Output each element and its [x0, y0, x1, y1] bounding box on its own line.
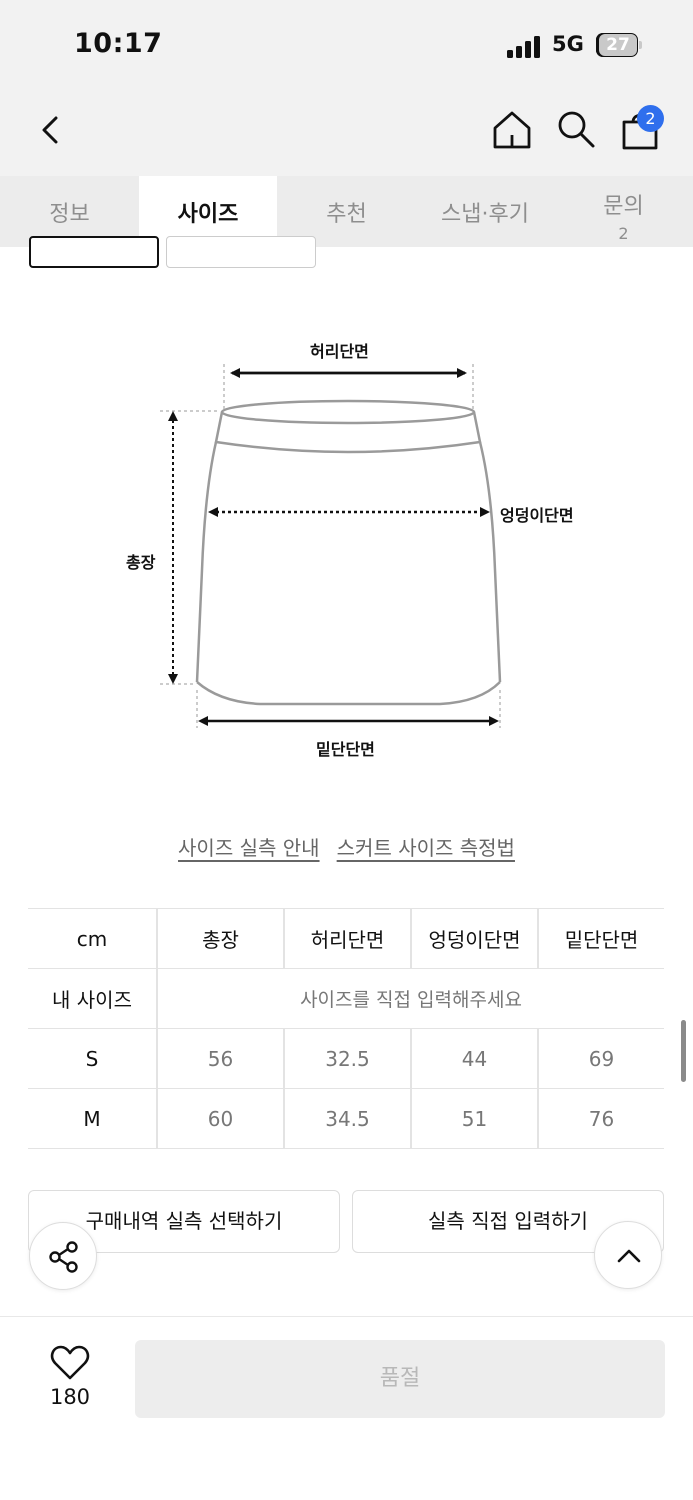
table-cell: 44	[410, 1028, 538, 1089]
length-label: 총장	[126, 553, 156, 572]
tab-label: 사이즈	[177, 202, 239, 227]
skirt-measure-method-link[interactable]: 스커트 사이즈 측정법	[337, 832, 515, 861]
table-cell: 56	[156, 1028, 284, 1089]
signal-icon	[507, 36, 541, 58]
back-arrow-icon[interactable]	[32, 110, 72, 150]
my-size-input[interactable]: 사이즈를 직접 입력해주세요	[156, 968, 664, 1029]
share-icon	[49, 1241, 78, 1273]
tab-snap-review[interactable]: 스냅·후기	[416, 176, 554, 247]
tab-count: 2	[618, 224, 629, 243]
column-header: 밑단단면	[537, 908, 664, 969]
tab-qna[interactable]: 문의 2	[554, 176, 693, 247]
share-button[interactable]	[29, 1222, 97, 1290]
battery-level: 27	[599, 34, 637, 56]
heart-icon[interactable]	[50, 1345, 90, 1381]
my-size-row: 내 사이즈 사이즈를 직접 입력해주세요	[28, 968, 664, 1029]
cart-count-badge: 2	[637, 105, 664, 132]
home-icon[interactable]	[490, 108, 534, 152]
table-cell: 32.5	[283, 1028, 411, 1089]
column-header: 엉덩이단면	[410, 908, 538, 969]
scroll-to-top-button[interactable]	[594, 1221, 662, 1289]
tab-label: 문의	[603, 194, 644, 219]
tab-label: 스냅·후기	[441, 202, 529, 227]
network-label: 5G	[552, 32, 584, 56]
hip-label: 엉덩이단면	[500, 506, 574, 525]
table-cell: 76	[537, 1088, 664, 1149]
my-size-label: 내 사이즈	[28, 968, 157, 1029]
column-header: 총장	[156, 908, 284, 969]
scrollbar[interactable]	[681, 1020, 686, 1082]
bottom-bar: 180 품절	[0, 1316, 693, 1500]
table-row: M 60 34.5 51 76	[28, 1088, 664, 1149]
size-label: S	[28, 1028, 157, 1089]
chevron-up-icon	[617, 1249, 641, 1263]
size-label: M	[28, 1088, 157, 1149]
status-bar: 10:17 5G 27	[0, 0, 693, 92]
table-cell: 51	[410, 1088, 538, 1149]
hem-label: 밑단단면	[316, 740, 375, 759]
tab-label: 추천	[326, 202, 367, 227]
skirt-illustration	[160, 364, 502, 728]
column-header: 허리단면	[283, 908, 411, 969]
table-cell: 34.5	[283, 1088, 411, 1149]
table-cell: 60	[156, 1088, 284, 1149]
search-icon[interactable]	[555, 108, 597, 150]
status-time: 10:17	[74, 28, 163, 59]
top-nav: 2	[0, 92, 693, 176]
soldout-button[interactable]: 품절	[135, 1340, 665, 1418]
tab-label: 정보	[49, 202, 90, 227]
like-count: 180	[49, 1385, 91, 1409]
size-guide-links: 사이즈 실측 안내 스커트 사이즈 측정법	[0, 832, 693, 861]
battery-icon: 27	[596, 33, 642, 57]
size-chip-selected[interactable]	[29, 236, 159, 268]
unit-header: cm	[28, 908, 157, 969]
table-cell: 69	[537, 1028, 664, 1089]
size-chip[interactable]	[166, 236, 316, 268]
table-header-row: cm 총장 허리단면 엉덩이단면 밑단단면	[28, 908, 664, 969]
skirt-measurement-diagram: 허리단면 엉덩이단면 총장 밑단단면	[110, 330, 610, 770]
table-row: S 56 32.5 44 69	[28, 1028, 664, 1089]
size-guide-link[interactable]: 사이즈 실측 안내	[178, 832, 320, 861]
size-table: cm 총장 허리단면 엉덩이단면 밑단단면 내 사이즈 사이즈를 직접 입력해주…	[28, 908, 664, 1149]
waist-label: 허리단면	[310, 342, 369, 361]
